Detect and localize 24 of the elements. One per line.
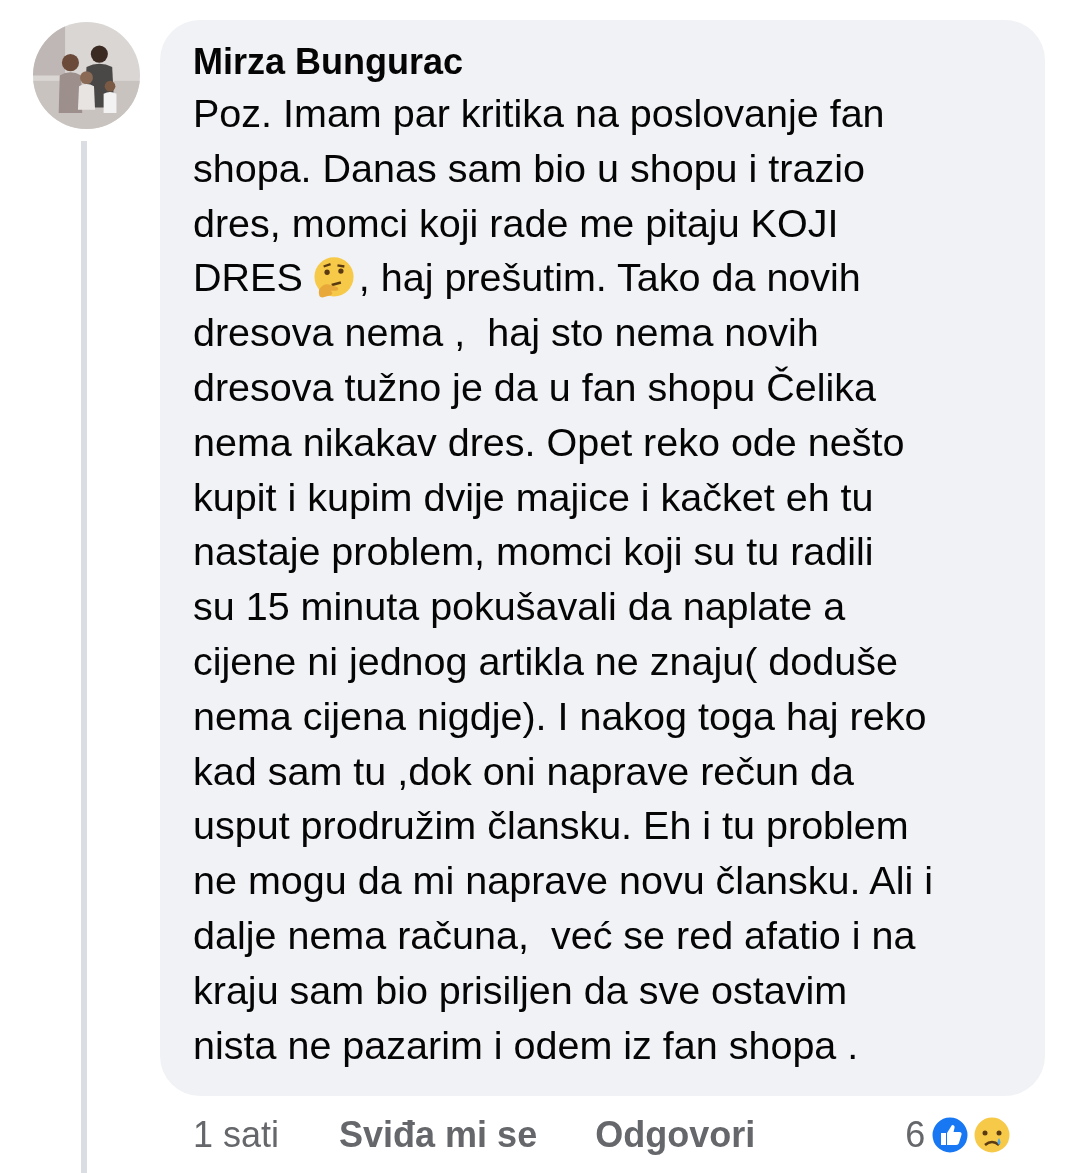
- comment-text: cijene ni jednog artikla ne znaju( doduše: [193, 637, 898, 685]
- comment-time: 1 sati: [193, 1114, 280, 1157]
- comment-text: , haj prešutim. Tako da novih: [358, 254, 861, 302]
- comment-text: DRES: [193, 254, 303, 302]
- comment-text: usput prodružim člansku. Eh i tu problem: [193, 802, 909, 850]
- comment-text: nema cijena nigdje). I nakog toga haj reko: [193, 692, 927, 740]
- comment-text: kraju sam bio prisiljen da sve ostavim: [193, 966, 848, 1014]
- author-name[interactable]: Mirza Bungurac: [193, 40, 1015, 84]
- comment-text: kad sam tu ,dok oni naprave rečun da: [193, 747, 854, 795]
- reply-button[interactable]: Odgovori: [595, 1114, 756, 1157]
- comment-text: nastaje problem, momci koji su tu radili: [193, 528, 874, 576]
- comment-text: dresova nema , haj sto nema novih: [193, 309, 819, 357]
- comment-text: dalje nema računa, već se red afatio i na: [193, 911, 916, 959]
- comment-text: Poz. Imam par kritika na poslovanje fan: [193, 90, 885, 137]
- comment-text: dresova tužno je da u fan shopu Čelika: [193, 364, 876, 411]
- comment-text: nista ne pazarim i odem iz fan shopa .: [193, 1021, 859, 1069]
- comment-text: su 15 minuta pokušavali da naplate a: [193, 583, 846, 631]
- comment-text: ne mogu da mi naprave novu člansku. Ali i: [193, 857, 933, 905]
- comment-text: nema nikakav dres. Opet reko ode nešto: [193, 418, 905, 466]
- reaction-count[interactable]: 6: [905, 1114, 926, 1157]
- comment-text: dres, momci koji rade me pitaju KOJI: [193, 199, 839, 247]
- comment-text: shopa. Danas sam bio u shopu i trazio: [193, 144, 865, 192]
- comment-text: kupit i kupim dvije majice i kačket eh tu: [193, 473, 874, 521]
- like-button[interactable]: Sviđa mi se: [339, 1114, 538, 1157]
